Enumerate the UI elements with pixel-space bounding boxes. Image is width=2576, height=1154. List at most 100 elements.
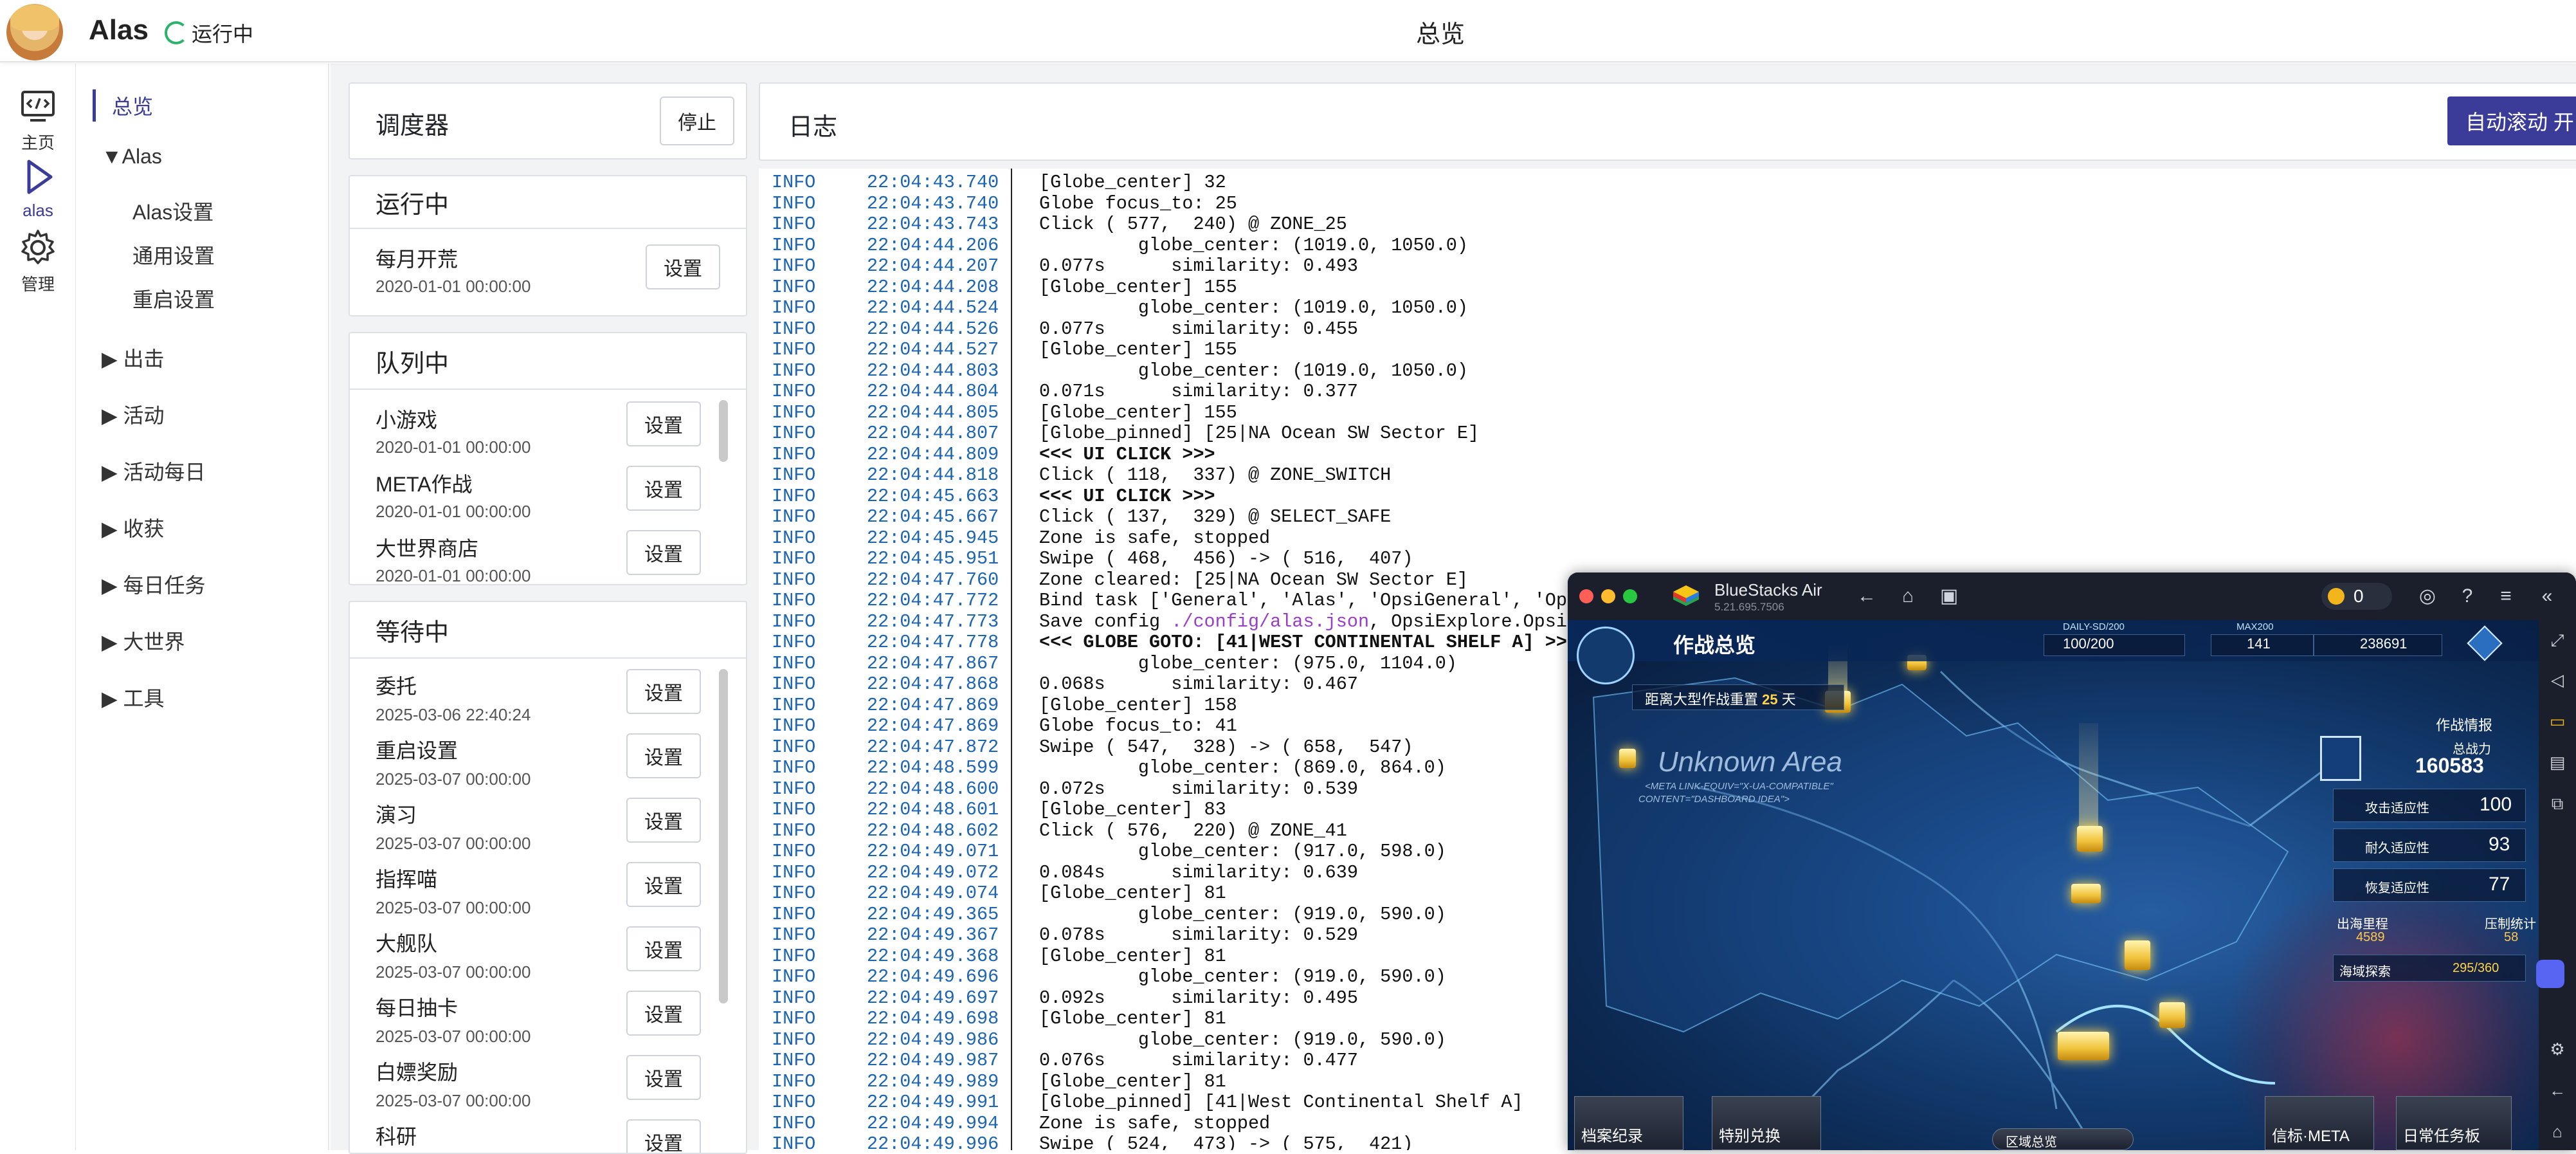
waiting-task-settings-button[interactable]: 设置 (626, 991, 701, 1036)
map-zone-marker[interactable] (2071, 884, 2101, 903)
log-time: 22:04:44.207 (867, 255, 999, 277)
emulator-titlebar[interactable]: BlueStacks Air 5.21.695.7506 ← ⌂ ▣ 0 ◎ ?… (1568, 572, 2576, 620)
map-zone-marker[interactable] (2159, 1002, 2185, 1028)
waiting-task-time: 2025-03-07 00:00:00 (376, 769, 531, 789)
waiting-task-settings-button[interactable]: 设置 (626, 1119, 701, 1153)
log-message: [Globe_center] 81 (1039, 883, 1226, 904)
log-level: INFO (772, 757, 816, 778)
archive-button[interactable]: 档案纪录 (1574, 1096, 1683, 1150)
menu-icon[interactable]: ≡ (2494, 584, 2518, 609)
queued-scrollbar[interactable] (719, 400, 728, 462)
log-message: Bind task ['General', 'Alas', 'OpsiGener… (1039, 590, 1611, 611)
intel-label[interactable]: 作战情报 (2436, 714, 2492, 735)
sidebar-item-overview[interactable]: 总览 (112, 91, 153, 120)
sidebar-group-opsi[interactable]: ▶ 大世界 (102, 626, 185, 655)
game-screen[interactable]: 作战总览 DAILY-SD/200 100/200 MAX200 141 238… (1568, 620, 2539, 1150)
avatar[interactable] (6, 4, 63, 60)
discord-icon[interactable] (2536, 960, 2564, 988)
scheduler-card: 调度器 停止 (349, 82, 747, 160)
fleet-ship-marker[interactable] (2058, 1032, 2109, 1060)
queued-task-settings-button[interactable]: 设置 (626, 401, 701, 446)
stat-value: 93 (2489, 834, 2510, 855)
map-zone-marker[interactable] (2125, 940, 2150, 970)
log-message: globe_center: (975.0, 1104.0) (1039, 652, 1457, 674)
special-exchange-button[interactable]: 特别兑换 (1712, 1096, 1821, 1150)
nav-alas[interactable]: alas (0, 158, 76, 221)
waiting-task-settings-button[interactable]: 设置 (626, 798, 701, 843)
volume-icon[interactable]: ◁ (2546, 669, 2568, 691)
left-nav: 主页 alas 管理 (0, 64, 76, 1150)
running-task-settings-button[interactable]: 设置 (646, 244, 720, 289)
beacon-meta-button[interactable]: 信标·META (2265, 1096, 2374, 1150)
log-message: 0.077s similarity: 0.493 (1039, 255, 1358, 277)
globe-icon[interactable] (1577, 627, 1635, 684)
sidebar-group-daily[interactable]: ▶ 每日任务 (102, 569, 206, 599)
queued-task-settings-button[interactable]: 设置 (626, 466, 701, 511)
nav-manage[interactable]: 管理 (0, 228, 76, 295)
recent-apps-icon[interactable]: ▣ (1937, 584, 1961, 609)
sidebar-group-tools[interactable]: ▶ 工具 (102, 682, 165, 712)
sidebar-group-alas[interactable]: ▼Alas (102, 145, 162, 169)
home-icon[interactable]: ⌂ (1896, 584, 1920, 609)
maximize-window-icon[interactable] (1623, 589, 1637, 603)
settings-icon[interactable]: ⚙ (2546, 1038, 2568, 1060)
sidebar-item-general-settings[interactable]: 通用设置 (132, 240, 215, 270)
nav-home-label: 主页 (21, 133, 55, 152)
log-time: 22:04:44.527 (867, 339, 999, 360)
sidebar-group-harvest[interactable]: ▶ 收获 (102, 513, 165, 542)
log-message: globe_center: (917.0, 598.0) (1039, 841, 1446, 862)
nav-home[interactable]: 主页 (0, 87, 76, 154)
waiting-task-name: 科研 (376, 1125, 417, 1148)
minimize-window-icon[interactable] (1601, 589, 1615, 603)
gear-icon (21, 230, 55, 264)
sidebar-group-sortie[interactable]: ▶ 出击 (102, 343, 165, 372)
waiting-task-settings-button[interactable]: 设置 (626, 669, 701, 714)
waiting-title: 等待中 (350, 602, 746, 659)
back-icon[interactable]: ← (2546, 1079, 2568, 1101)
log-time: 22:04:49.698 (867, 1008, 999, 1029)
map-zone-marker[interactable] (1619, 749, 1636, 768)
queued-task-time: 2020-01-01 00:00:00 (376, 437, 531, 457)
log-time: 22:04:45.951 (867, 548, 999, 569)
home-icon[interactable]: ⌂ (2546, 1121, 2568, 1142)
daily-mission-board-button[interactable]: 日常任务板 (2396, 1096, 2512, 1150)
region-overview-button[interactable]: 区域总览 (1992, 1128, 2134, 1150)
waiting-task-settings-button[interactable]: 设置 (626, 733, 701, 778)
log-level: INFO (772, 464, 816, 486)
log-level: INFO (772, 381, 816, 402)
log-time: 22:04:47.869 (867, 694, 999, 716)
log-level: INFO (772, 506, 816, 527)
autoscroll-toggle-button[interactable]: 自动滚动 开 (2447, 96, 2576, 145)
log-level: INFO (772, 1029, 816, 1050)
sidebar-item-restart-settings[interactable]: 重启设置 (132, 284, 215, 313)
emulator-window[interactable]: BlueStacks Air 5.21.695.7506 ← ⌂ ▣ 0 ◎ ?… (1568, 572, 2576, 1150)
waiting-task-name: 每日抽卡 (376, 996, 458, 1020)
sidebar-group-event-daily[interactable]: ▶ 活动每日 (102, 456, 206, 486)
log-time: 22:04:45.667 (867, 506, 999, 527)
account-icon[interactable]: ◎ (2415, 584, 2440, 609)
log-message: globe_center: (1019.0, 1050.0) (1039, 234, 1469, 256)
sidebar-item-alas-settings[interactable]: Alas设置 (132, 196, 213, 226)
collapse-sidebar-icon[interactable]: « (2535, 584, 2559, 609)
queued-task-settings-button[interactable]: 设置 (626, 530, 701, 575)
multi-instance-icon[interactable]: ⧉ (2546, 792, 2568, 814)
coin-icon (2328, 588, 2345, 605)
log-level: INFO (772, 694, 816, 716)
log-time: 22:04:49.071 (867, 841, 999, 862)
fullscreen-icon[interactable]: ⤢ (2546, 629, 2568, 651)
back-arrow-icon[interactable]: ← (1855, 584, 1879, 609)
stop-button[interactable]: 停止 (660, 96, 734, 145)
sidebar-group-event[interactable]: ▶ 活动 (102, 399, 165, 429)
performance-icon[interactable]: ▤ (2546, 751, 2568, 773)
log-message: 0.092s similarity: 0.495 (1039, 987, 1358, 1009)
coin-balance[interactable]: 0 (2321, 583, 2392, 610)
map-zone-marker[interactable] (2077, 826, 2103, 852)
waiting-task-settings-button[interactable]: 设置 (626, 1055, 701, 1100)
waiting-task-settings-button[interactable]: 设置 (626, 862, 701, 907)
close-window-icon[interactable] (1579, 589, 1593, 603)
keyboard-icon[interactable]: ▭ (2546, 710, 2568, 732)
help-icon[interactable]: ? (2455, 584, 2480, 609)
waiting-task-settings-button[interactable]: 设置 (626, 926, 701, 971)
waiting-scrollbar[interactable] (719, 669, 728, 1003)
log-level: INFO (772, 632, 816, 653)
